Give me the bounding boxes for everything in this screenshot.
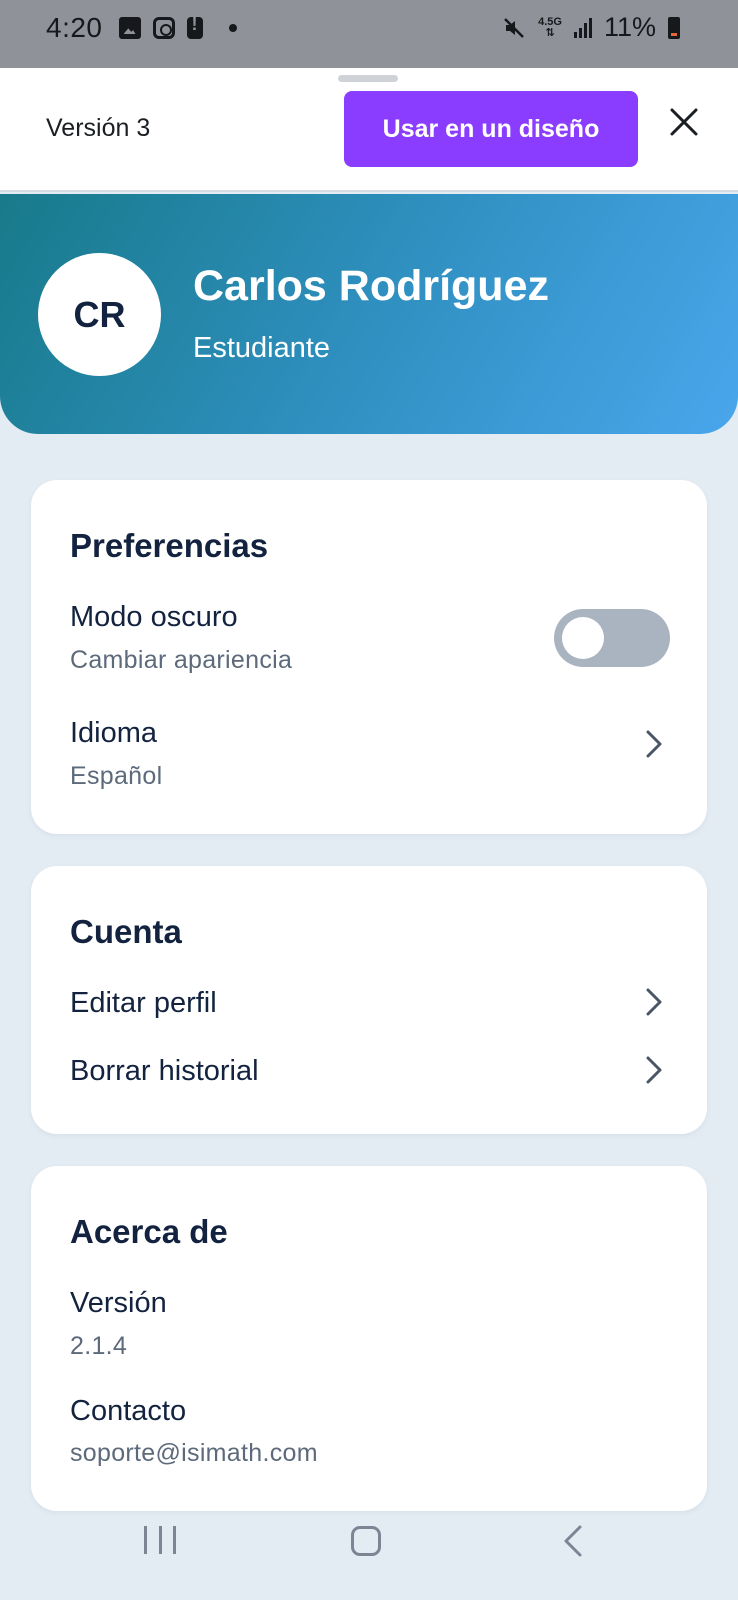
profile-role: Estudiante xyxy=(193,332,331,364)
status-left: 4:20 xyxy=(46,12,237,44)
status-time: 4:20 xyxy=(46,12,103,43)
account-card: Cuenta Editar perfil Borrar historial xyxy=(31,866,707,1134)
instagram-icon xyxy=(152,17,175,39)
status-right: 4.5G ⇅ 11% xyxy=(502,12,680,43)
dark-mode-description: Cambiar apariencia xyxy=(70,646,293,674)
drag-handle[interactable] xyxy=(338,75,398,82)
gallery-icon xyxy=(118,17,141,39)
network-indicator: 4.5G ⇅ xyxy=(538,15,562,39)
notification-dot-icon xyxy=(228,24,237,32)
version-value: 2.1.4 xyxy=(70,1332,128,1360)
version-label: Versión 3 xyxy=(46,114,151,142)
dark-mode-label: Modo oscuro xyxy=(70,601,238,633)
chevron-right-icon xyxy=(646,988,662,1016)
chevron-right-icon xyxy=(646,730,662,758)
signal-icon xyxy=(573,17,592,38)
recent-apps-icon[interactable] xyxy=(144,1526,176,1556)
battery-percentage: 11% xyxy=(603,12,656,42)
clear-history-label: Borrar historial xyxy=(70,1055,259,1087)
version-label: Versión xyxy=(70,1287,167,1319)
preferences-title: Preferencias xyxy=(70,527,269,564)
status-bar: 4:20 4.5G⇅ 11% xyxy=(0,0,738,68)
preferences-card: Preferencias Modo oscuro Cambiar aparien… xyxy=(31,480,707,834)
navigation-bar xyxy=(0,1510,738,1600)
network-type: 4.5G xyxy=(538,15,562,28)
dark-mode-toggle[interactable] xyxy=(554,609,670,667)
language-value: Español xyxy=(70,762,163,790)
sheet-header: Versión 3 Usar en un diseño xyxy=(0,68,738,192)
about-title: Acerca de xyxy=(70,1213,228,1250)
profile-name: Carlos Rodríguez xyxy=(193,262,549,310)
about-card: Acerca de Versión 2.1.4 Contacto soporte… xyxy=(31,1166,707,1511)
profile-header: CR Carlos Rodríguez Estudiante xyxy=(0,194,738,434)
account-title: Cuenta xyxy=(70,913,182,950)
battery-icon xyxy=(668,16,680,39)
use-in-design-button[interactable]: Usar en un diseño xyxy=(344,91,638,167)
contact-label: Contacto xyxy=(70,1395,187,1427)
back-icon[interactable] xyxy=(562,1524,584,1558)
mute-icon xyxy=(504,17,524,38)
language-label: Idioma xyxy=(70,717,158,749)
avatar: CR xyxy=(38,253,161,376)
toggle-knob xyxy=(562,617,604,659)
edit-profile-label: Editar perfil xyxy=(70,987,217,1019)
chevron-right-icon xyxy=(646,1056,662,1084)
home-icon[interactable] xyxy=(351,1526,381,1556)
contact-value[interactable]: soporte@isimath.com xyxy=(70,1439,318,1468)
alert-icon xyxy=(186,14,203,39)
close-icon[interactable] xyxy=(666,104,702,140)
